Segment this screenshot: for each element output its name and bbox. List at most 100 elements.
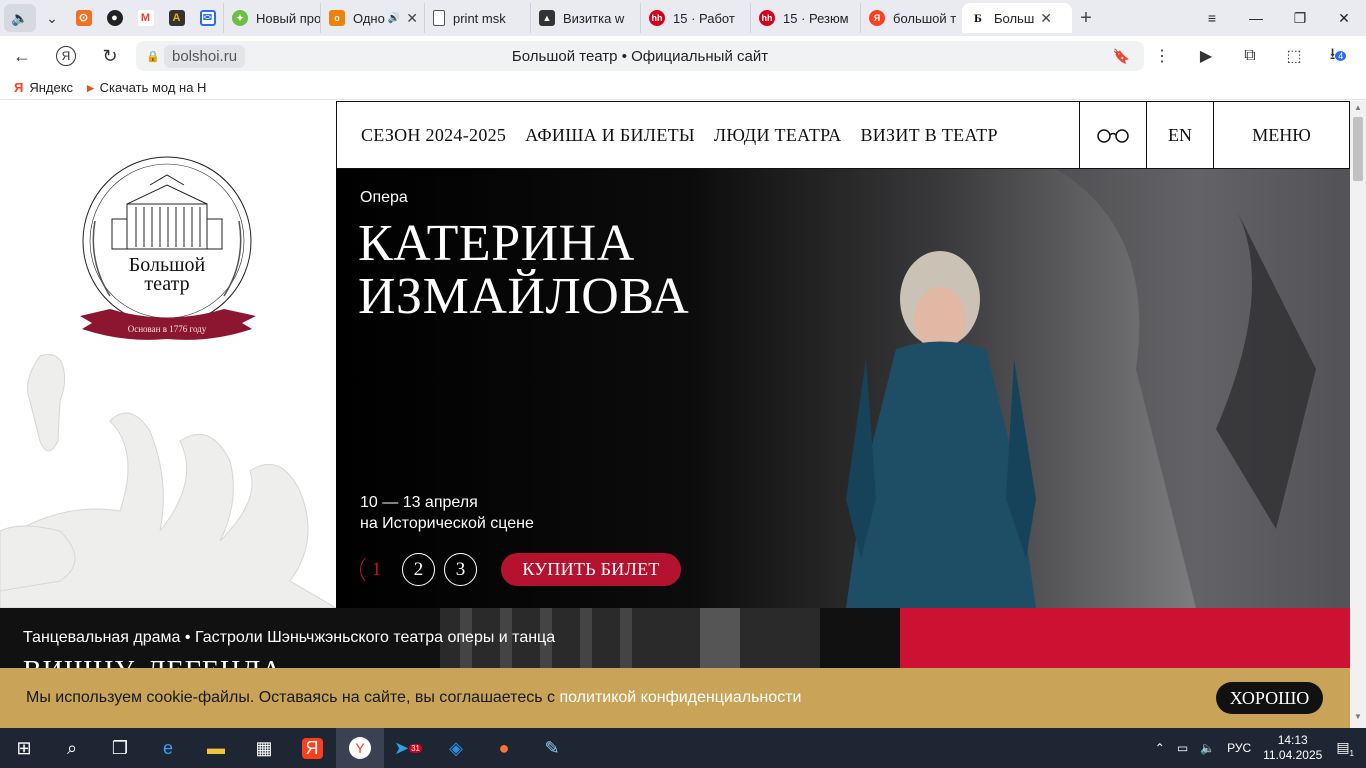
edge-app[interactable]: e bbox=[144, 728, 192, 768]
next-event-strip[interactable]: Танцевальная драма • Гастроли Шэньчжэньс… bbox=[0, 608, 1350, 668]
accessibility-button[interactable] bbox=[1079, 102, 1146, 168]
yandex-icon: Я bbox=[56, 46, 76, 66]
tabs-menu-icon[interactable]: ≡ bbox=[1190, 0, 1234, 36]
arrow-left-icon: ← bbox=[13, 45, 31, 66]
vscode-app[interactable]: ◈ bbox=[432, 728, 480, 768]
lock-icon: 🔒 bbox=[146, 50, 160, 63]
hero-title[interactable]: КАТЕРИНА ИЗМАЙЛОВА bbox=[358, 217, 758, 323]
pinned-tab-gmail[interactable]: M bbox=[130, 4, 161, 32]
explorer-app[interactable]: ▬ bbox=[192, 728, 240, 768]
page-scrollbar[interactable]: ▲ ▼ bbox=[1350, 101, 1366, 728]
telegram-badge: 31 bbox=[409, 743, 422, 753]
media-icon[interactable]: ▶ bbox=[1184, 36, 1228, 76]
start-button[interactable]: ⊞ bbox=[0, 728, 48, 768]
cookie-banner: Мы используем cookie-файлы. Оставаясь на… bbox=[0, 668, 1350, 728]
search-button[interactable]: ⌕ bbox=[48, 728, 96, 768]
bookmark-yandex[interactable]: Я Яндекс bbox=[14, 80, 73, 95]
hero-dates: 10 — 13 апреля на Исторической сцене bbox=[360, 492, 534, 534]
tab-vizitka[interactable]: ▲ Визитка w bbox=[530, 3, 640, 33]
language-button[interactable]: EN bbox=[1146, 102, 1213, 168]
downloads-icon[interactable]: ⭳ 4 bbox=[1316, 36, 1360, 76]
main-nav-links: СЕЗОН 2024-2025 АФИША И БИЛЕТЫ ЛЮДИ ТЕАТ… bbox=[337, 125, 1079, 146]
nav-visit[interactable]: ВИЗИТ В ТЕАТР bbox=[860, 125, 997, 146]
address-bar: ← Я ↻ 🔒 bolshoi.ru Большой театр • Офици… bbox=[0, 36, 1366, 76]
windows-taskbar: ⊞ ⌕ ❐ e ▬ ▦ Я Y ➤ 31 ◈ ● ✎ ⌃ ▭ 🔈 РУС 14:1… bbox=[0, 728, 1366, 768]
more-menu-icon[interactable]: ⋮ bbox=[1140, 36, 1184, 76]
tab-odnoklassniki[interactable]: о Одно 🔊 ✕ bbox=[320, 3, 424, 33]
store-app[interactable]: ▦ bbox=[240, 728, 288, 768]
notifications-icon[interactable]: ▤1 bbox=[1336, 739, 1354, 758]
firefox-icon: ● bbox=[498, 737, 510, 758]
nav-people[interactable]: ЛЮДИ ТЕАТРА bbox=[714, 125, 842, 146]
tab-label: print msk bbox=[453, 10, 506, 26]
paint-app[interactable]: ✎ bbox=[528, 728, 576, 768]
tab-label: большой т bbox=[893, 10, 957, 26]
scrollbar-thumb[interactable] bbox=[1353, 117, 1363, 181]
close-icon[interactable]: ✕ bbox=[406, 10, 418, 27]
firefox-app[interactable]: ● bbox=[480, 728, 528, 768]
nav-afisha[interactable]: АФИША И БИЛЕТЫ bbox=[525, 125, 695, 146]
slide-dot-2[interactable]: 2 bbox=[402, 553, 435, 586]
scroll-up-icon[interactable]: ▲ bbox=[1350, 103, 1366, 117]
close-icon[interactable]: ✕ bbox=[1040, 10, 1052, 27]
tab-list-dropdown[interactable]: ⌄ bbox=[36, 4, 68, 32]
search-icon: ⌕ bbox=[66, 737, 78, 758]
collections-icon[interactable]: ⧉ bbox=[1228, 36, 1272, 76]
extension-icon[interactable]: ⬚ bbox=[1272, 36, 1316, 76]
clock-date: 11.04.2025 bbox=[1263, 748, 1323, 762]
a-app-icon: A bbox=[168, 10, 185, 26]
network-icon[interactable]: ▭ bbox=[1177, 741, 1188, 755]
privacy-policy-link[interactable]: политикой конфиденциальности bbox=[559, 689, 801, 706]
bookmark-label: Скачать мод на Н bbox=[99, 80, 207, 95]
tab-audio-toggle[interactable]: 🔈 bbox=[4, 4, 36, 32]
new-tab-button[interactable]: + bbox=[1072, 7, 1100, 30]
pinned-tab-mail[interactable]: ✉ bbox=[192, 4, 223, 32]
slide-dot-3[interactable]: 3 bbox=[444, 553, 477, 586]
speaker-icon: 🔈 bbox=[11, 9, 29, 26]
bookmark-mod[interactable]: ▸ Скачать мод на Н bbox=[87, 80, 206, 96]
restore-icon[interactable]: ❐ bbox=[1278, 0, 1322, 36]
url-field[interactable]: 🔒 bolshoi.ru Большой театр • Официальный… bbox=[136, 41, 1144, 71]
pinned-tab-ozon[interactable]: ⊙ bbox=[68, 4, 99, 32]
store-icon: ▦ bbox=[255, 737, 273, 758]
tab-hh-resume[interactable]: hh 15 · Резюм bbox=[750, 3, 860, 33]
buy-ticket-button[interactable]: КУПИТЬ БИЛЕТ bbox=[501, 553, 681, 586]
pinned-tab-a[interactable]: A bbox=[161, 4, 192, 32]
clock[interactable]: 14:13 11.04.2025 bbox=[1263, 733, 1322, 763]
scroll-down-icon[interactable]: ▼ bbox=[1350, 712, 1366, 726]
gmail-icon: M bbox=[137, 10, 154, 26]
next-event-tour: Гастроли Шэньчжэньского театра оперы и т… bbox=[194, 629, 556, 646]
yandex-home-button[interactable]: Я bbox=[44, 36, 88, 76]
cookie-accept-button[interactable]: ХОРОШО bbox=[1216, 682, 1323, 714]
yandex-app[interactable]: Я bbox=[288, 728, 336, 768]
bookmark-icon[interactable]: 🔖 bbox=[1113, 48, 1130, 65]
close-window-icon[interactable]: ✕ bbox=[1322, 0, 1366, 36]
hero-venue: на Исторической сцене bbox=[360, 515, 534, 532]
slide-dot-1[interactable]: 1 bbox=[360, 553, 393, 586]
tab-bolshoi[interactable]: Б Больш ✕ bbox=[962, 3, 1072, 33]
yandex-browser-app[interactable]: Y bbox=[336, 728, 384, 768]
downloads-badge: 4 bbox=[1335, 51, 1347, 61]
window-controls: ≡ — ❐ ✕ bbox=[1190, 0, 1366, 36]
tab-hh-work[interactable]: hh 15 · Работ bbox=[640, 3, 750, 33]
url-domain: bolshoi.ru bbox=[164, 44, 246, 68]
telegram-app[interactable]: ➤ 31 bbox=[384, 728, 432, 768]
vscode-icon: ◈ bbox=[449, 737, 463, 758]
chevron-up-icon[interactable]: ⌃ bbox=[1155, 741, 1165, 755]
reload-button[interactable]: ↻ bbox=[88, 36, 132, 76]
task-view-icon: ❐ bbox=[111, 737, 129, 758]
logo-ribbon-text: Основан в 1776 году bbox=[128, 324, 207, 334]
pinned-tab-github[interactable]: ● bbox=[99, 4, 130, 32]
tab-print-msk[interactable]: print msk bbox=[424, 3, 530, 33]
input-language[interactable]: РУС bbox=[1227, 741, 1251, 755]
task-view-button[interactable]: ❐ bbox=[96, 728, 144, 768]
menu-button[interactable]: МЕНЮ bbox=[1213, 102, 1349, 168]
back-button[interactable]: ← bbox=[0, 36, 44, 76]
telegram-icon: ➤ bbox=[394, 737, 410, 758]
leaf-icon: ✦ bbox=[232, 10, 248, 26]
tab-yandex-search[interactable]: Ябольшой т bbox=[860, 3, 962, 33]
volume-icon[interactable]: 🔈 bbox=[1200, 741, 1215, 755]
tab-new-project[interactable]: ✦ Новый про bbox=[223, 3, 320, 33]
nav-season[interactable]: СЕЗОН 2024-2025 bbox=[361, 125, 506, 146]
minimize-icon[interactable]: — bbox=[1234, 0, 1278, 36]
